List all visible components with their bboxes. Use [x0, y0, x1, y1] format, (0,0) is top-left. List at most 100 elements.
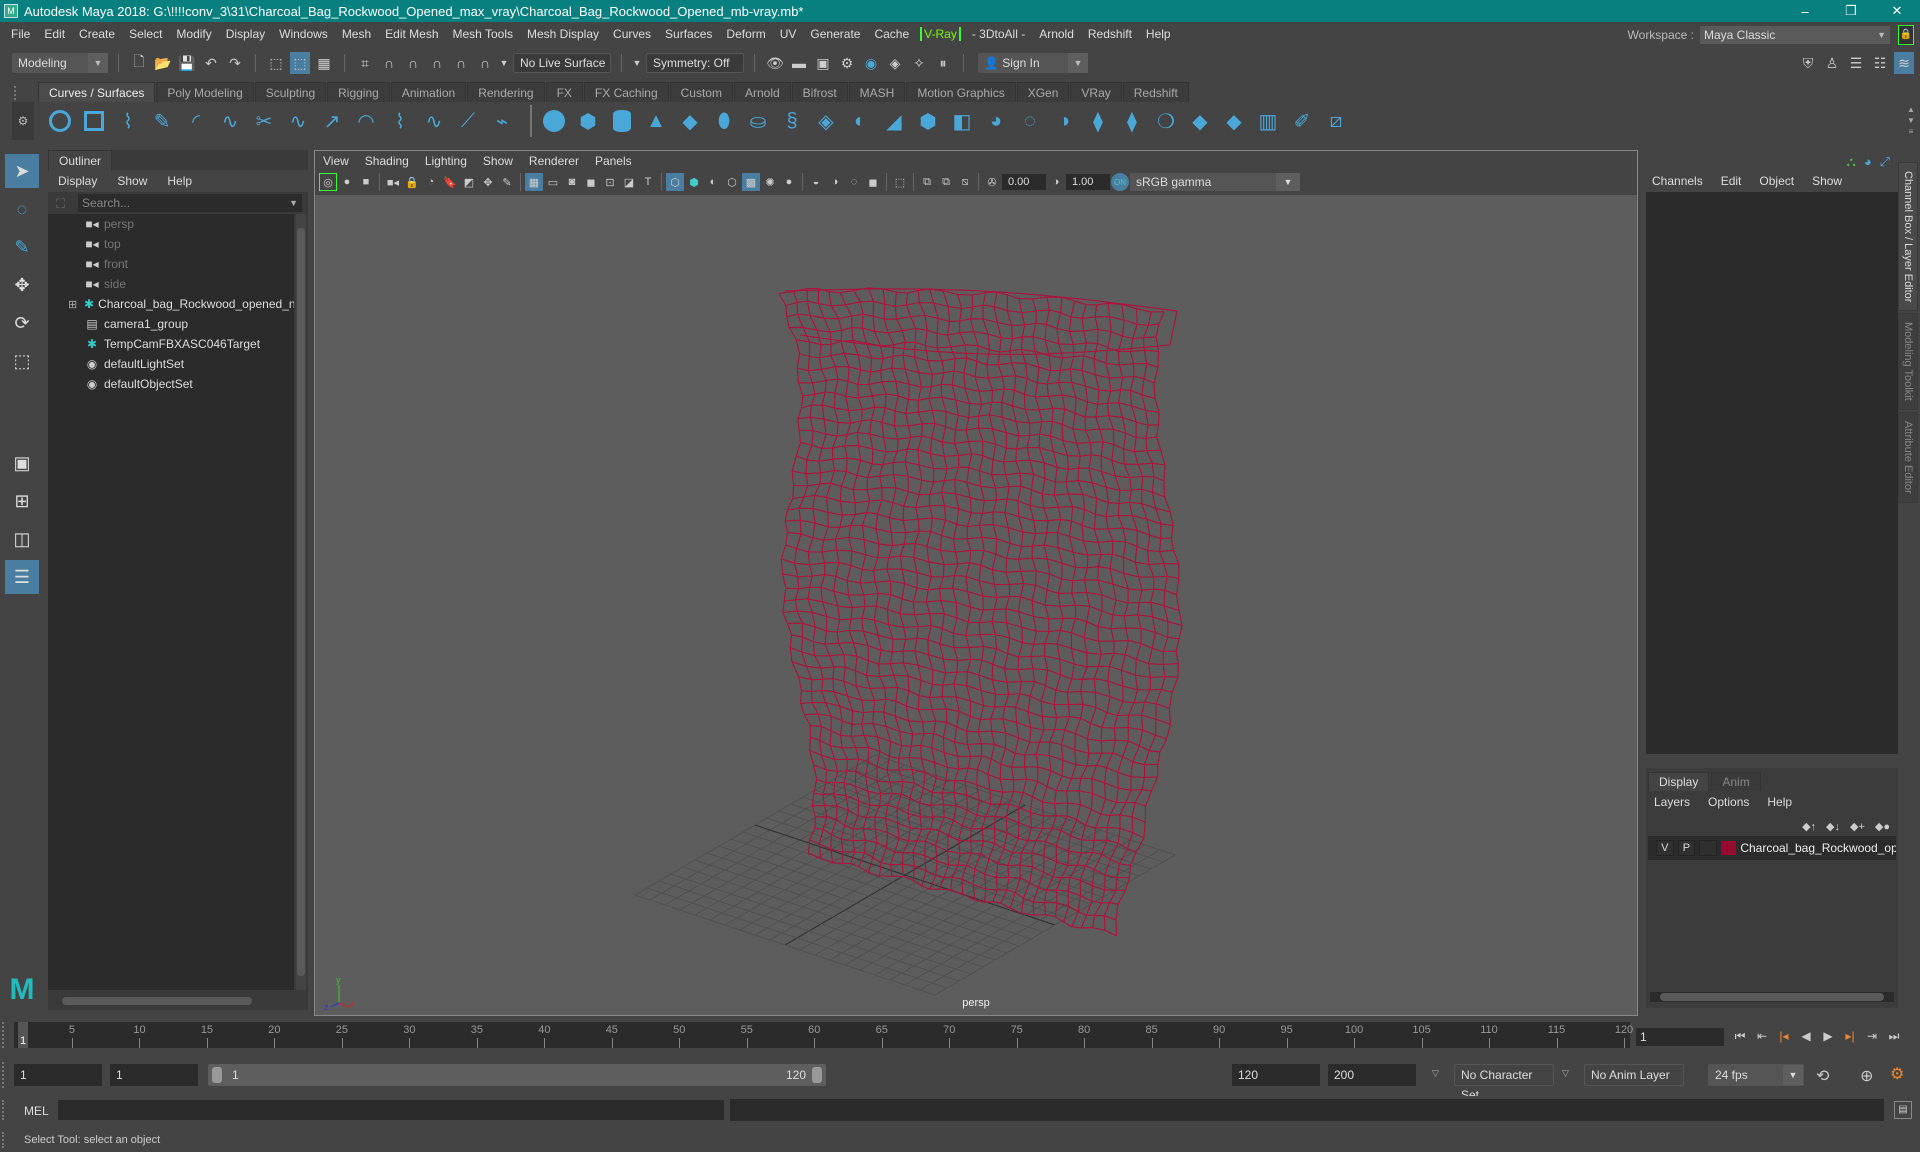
shelf-tab-poly-modeling[interactable]: Poly Modeling [156, 82, 254, 102]
use-all-lights-icon[interactable]: ✺ [761, 173, 779, 191]
menu-generate[interactable]: Generate [803, 27, 867, 41]
menu-display[interactable]: Display [219, 27, 272, 41]
extend-surface-icon[interactable]: ◆ [1220, 107, 1248, 135]
select-tool-icon[interactable]: ➤ [5, 154, 39, 188]
save-scene-icon[interactable]: 💾 [177, 52, 197, 74]
expand-icon[interactable]: ⊞ [68, 298, 77, 311]
tool-settings-icon[interactable]: ☷ [1870, 52, 1890, 74]
birail-icon[interactable]: ◢ [880, 107, 908, 135]
auto-key-icon[interactable]: ⊕ [1860, 1066, 1873, 1086]
new-scene-icon[interactable]: 🗋 [129, 52, 149, 74]
shelf-tab-fx[interactable]: FX [545, 82, 583, 102]
rebuild-curve-icon[interactable]: ⌇ [386, 107, 414, 135]
menu-uv[interactable]: UV [773, 27, 804, 41]
outliner-item[interactable]: ◉ defaultLightSet [48, 354, 294, 374]
charcoal-bag-wireframe[interactable] [778, 287, 1183, 937]
menu-mesh-tools[interactable]: Mesh Tools [446, 27, 520, 41]
attach-surfaces-icon[interactable]: ⧫ [1084, 107, 1112, 135]
close-button[interactable]: ✕ [1874, 0, 1920, 22]
field-chart-icon[interactable]: ⊡ [601, 173, 619, 191]
edit-menu[interactable]: Edit [1721, 174, 1742, 188]
shelf-tab-bifrost[interactable]: Bifrost [791, 82, 848, 102]
viewport-menu-view[interactable]: View [323, 154, 349, 168]
default-material-icon[interactable]: ◐ [704, 173, 722, 191]
color-management-toggle-icon[interactable]: ON [1111, 173, 1129, 191]
gate-mask-icon[interactable]: ◼ [582, 173, 600, 191]
modeling-toolkit-icon[interactable]: ⛨ [1798, 52, 1818, 74]
xray-joints-icon[interactable]: ⧉ [918, 173, 936, 191]
menu-arnold[interactable]: Arnold [1032, 27, 1081, 41]
depth-of-field-icon[interactable]: ◼ [864, 173, 882, 191]
step-back-frame-icon[interactable]: |◂ [1774, 1026, 1794, 1046]
menu-mesh-display[interactable]: Mesh Display [520, 27, 606, 41]
exposure-field[interactable]: 0.00 [1002, 174, 1046, 190]
detach-curves-icon[interactable]: ✂ [250, 107, 278, 135]
rebuild-surface-icon[interactable]: ▥ [1254, 107, 1282, 135]
tab-attribute-editor[interactable]: Attribute Editor [1898, 412, 1918, 503]
persp-outliner-layout-icon[interactable]: ◫ [5, 522, 39, 556]
nurbs-cube-icon[interactable]: ⬢ [574, 107, 602, 135]
shelf-tab-xgen[interactable]: XGen [1016, 82, 1070, 102]
grid-icon[interactable]: ▦ [525, 173, 543, 191]
menu-edit[interactable]: Edit [37, 27, 72, 41]
sphere-icon[interactable]: ● [338, 173, 356, 191]
nurbs-cone-icon[interactable]: ▲ [642, 107, 670, 135]
vray-toggle-icon[interactable]: ◎ [319, 173, 337, 191]
xray-active-icon[interactable]: ⧉ [937, 173, 955, 191]
play-forwards-icon[interactable]: ▶ [1818, 1026, 1838, 1046]
project-curve-icon[interactable]: ◧ [948, 107, 976, 135]
animation-preferences-icon[interactable]: ⚙ [1890, 1064, 1904, 1084]
layers-menu[interactable]: Layers [1654, 795, 1690, 809]
viewport-menu-renderer[interactable]: Renderer [529, 154, 579, 168]
tab-display-layers[interactable]: Display [1648, 772, 1710, 791]
outliner-horizontal-scrollbar[interactable] [48, 994, 294, 1008]
lock-icon[interactable]: 🔒 [1898, 25, 1914, 45]
curve-editing-icon[interactable]: ⟋ [454, 107, 482, 135]
scene-view[interactable]: y x z [315, 195, 1637, 1015]
menu-mesh[interactable]: Mesh [335, 27, 378, 41]
undo-icon[interactable]: ↶ [201, 52, 221, 74]
outliner-item[interactable]: ⊞ ✱ Charcoal_bag_Rockwood_opened_nc [48, 294, 294, 314]
color-space-dropdown[interactable]: sRGB gamma ▼ [1130, 173, 1300, 191]
step-forward-key-icon[interactable]: ⇥ [1862, 1026, 1882, 1046]
nurbs-cylinder-icon[interactable] [608, 107, 636, 135]
nurbs-plane-icon[interactable]: ◆ [676, 107, 704, 135]
workspace-dropdown[interactable]: Maya Classic [1700, 26, 1890, 44]
insert-knot-icon[interactable]: ∿ [284, 107, 312, 135]
shelf-tab-vray[interactable]: VRay [1070, 82, 1122, 102]
frame-icon[interactable]: ■ [357, 173, 375, 191]
mel-label[interactable]: MEL [24, 1104, 49, 1118]
snap-surface-icon[interactable]: ∩ [475, 52, 495, 74]
viewport-menu-show[interactable]: Show [483, 154, 513, 168]
add-points-icon[interactable]: ∿ [420, 107, 448, 135]
new-empty-layer-icon[interactable]: ◆+ [1850, 820, 1865, 833]
revolve-icon[interactable]: ⛀ [744, 107, 772, 135]
grease-pencil-icon[interactable]: ✎ [498, 173, 516, 191]
rotate-channel-icon[interactable]: ◕ [1864, 154, 1872, 170]
select-component-icon[interactable]: ▦ [314, 52, 334, 74]
manipulator-icon[interactable]: ⛬ [1847, 154, 1856, 170]
move-layer-down-icon[interactable]: ◆↓ [1826, 820, 1840, 833]
scale-channel-icon[interactable]: ⤢ [1880, 154, 1890, 170]
go-to-end-icon[interactable]: ⏭ [1884, 1026, 1904, 1046]
render-frame-icon[interactable]: ▬ [789, 52, 809, 74]
viewport-menu-shading[interactable]: Shading [365, 154, 409, 168]
channels-menu[interactable]: Channels [1652, 174, 1703, 188]
play-backwards-icon[interactable]: ◀ [1796, 1026, 1816, 1046]
viewport-menu-lighting[interactable]: Lighting [425, 154, 467, 168]
playback-start-field[interactable]: 1 [110, 1064, 198, 1086]
snap-live-icon[interactable]: ∩ [451, 52, 471, 74]
outliner-menu-help[interactable]: Help [167, 174, 192, 188]
animation-start-field[interactable]: 1 [14, 1064, 102, 1086]
command-input[interactable] [58, 1100, 724, 1120]
outliner-vertical-scrollbar[interactable] [296, 214, 306, 990]
four-view-layout-icon[interactable]: ⊞ [5, 484, 39, 518]
chevron-down-icon[interactable]: ▽ [1562, 1068, 1569, 1079]
outliner-menu-show[interactable]: Show [117, 174, 147, 188]
smooth-shade-icon[interactable]: ⬢ [685, 173, 703, 191]
chevron-down-icon[interactable]: ▼ [632, 52, 642, 74]
pause-icon[interactable]: ⏸ [933, 52, 953, 74]
outliner-menu-display[interactable]: Display [58, 174, 97, 188]
shelf-tab-custom[interactable]: Custom [669, 82, 733, 102]
menu-3dtoall[interactable]: - 3DtoAll - [965, 27, 1032, 41]
